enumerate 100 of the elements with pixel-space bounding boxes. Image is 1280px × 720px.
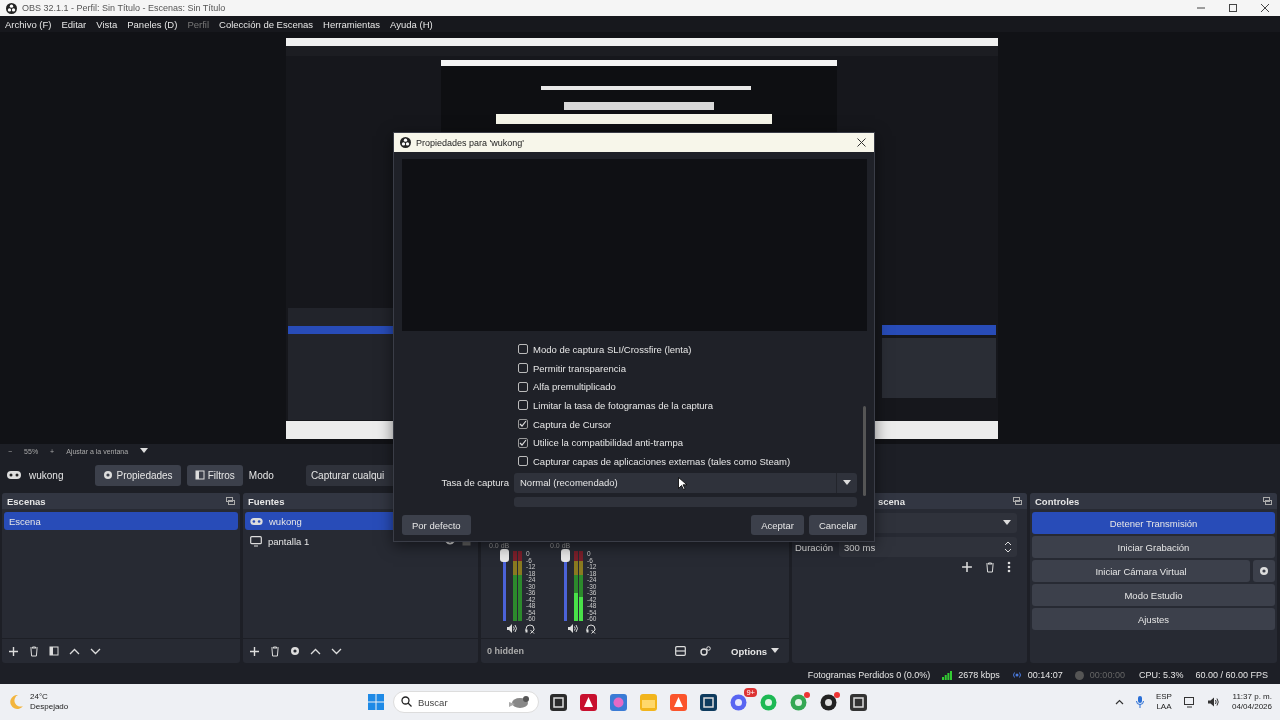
- close-icon[interactable]: [857, 138, 866, 147]
- menu-item[interactable]: Herramientas: [323, 18, 381, 30]
- headphones-muted-icon[interactable]: [586, 624, 596, 634]
- checkbox[interactable]: [518, 363, 528, 374]
- cancel-button[interactable]: Cancelar: [808, 515, 867, 535]
- signal-bars-icon: [942, 670, 953, 680]
- app-icon[interactable]: [700, 693, 717, 711]
- checkbox[interactable]: [518, 344, 528, 355]
- control-button[interactable]: Detener Transmisión: [1032, 512, 1275, 534]
- stream-time: 00:14:07: [1027, 670, 1063, 680]
- duration-label: Duración: [795, 541, 834, 553]
- level-meter-icon: [574, 551, 584, 621]
- defaults-button[interactable]: Por defecto: [402, 515, 471, 535]
- trash-icon[interactable]: [985, 561, 995, 573]
- app-icon[interactable]: [550, 693, 567, 711]
- network-icon[interactable]: [1183, 696, 1196, 708]
- dock-title: Controles: [1035, 495, 1080, 507]
- scene-item[interactable]: Escena: [4, 512, 238, 530]
- filter-icon[interactable]: [49, 646, 59, 656]
- checkbox[interactable]: [518, 419, 528, 430]
- options-button[interactable]: Options: [725, 644, 785, 658]
- control-button[interactable]: Iniciar Cámara Virtual: [1032, 560, 1250, 582]
- duration-field[interactable]: 300 ms: [839, 537, 1017, 557]
- speaker-icon[interactable]: [507, 624, 517, 633]
- add-icon[interactable]: [249, 645, 260, 657]
- volume-slider[interactable]: [503, 551, 506, 621]
- cpu-usage: CPU: 5.3%: [1138, 670, 1184, 680]
- settings-icon[interactable]: [290, 646, 300, 656]
- menu-item[interactable]: Ayuda (H): [390, 18, 433, 30]
- microphone-icon[interactable]: [1135, 696, 1144, 708]
- moon-icon: [8, 694, 24, 710]
- option-label: Modo de captura SLI/Crossfire (lenta): [533, 343, 692, 355]
- control-button[interactable]: Iniciar Grabación: [1032, 536, 1275, 558]
- accept-button[interactable]: Aceptar: [751, 515, 804, 535]
- caret-icon: [1003, 520, 1011, 526]
- search-icon: [401, 696, 412, 707]
- app-logo-icon: [400, 137, 411, 148]
- maximize-icon[interactable]: [1228, 3, 1238, 13]
- add-icon[interactable]: [961, 561, 973, 573]
- clock[interactable]: 11:37 p. m. 04/04/2026: [1231, 692, 1272, 712]
- undock-icon[interactable]: [1013, 497, 1022, 505]
- filter-icon: [194, 470, 205, 480]
- menu-item[interactable]: Colección de Escenas: [219, 18, 314, 30]
- monitor-icon: [250, 535, 262, 547]
- move-down-icon[interactable]: [90, 647, 101, 655]
- window-title: OBS 32.1.1 - Perfil: Sin Título - Escenas: Sin Título: [22, 3, 226, 13]
- dock-title: Escenas: [7, 495, 46, 507]
- headphones-muted-icon[interactable]: [525, 624, 535, 634]
- move-up-icon[interactable]: [310, 647, 321, 655]
- properties-button[interactable]: Propiedades: [95, 464, 181, 486]
- undock-icon[interactable]: [1263, 497, 1272, 505]
- control-button[interactable]: Ajustes: [1032, 608, 1275, 630]
- level-meter-icon: [513, 551, 523, 621]
- dropdown-arrow-icon[interactable]: [140, 448, 149, 454]
- capture-rate-dropdown[interactable]: Normal (recomendado): [514, 472, 857, 493]
- menu-item[interactable]: Editar: [61, 18, 87, 30]
- broadcast-icon: [1011, 671, 1022, 679]
- layout-icon[interactable]: [675, 646, 687, 656]
- app-icon[interactable]: [850, 693, 867, 711]
- start-icon[interactable]: [368, 694, 384, 710]
- app-icon[interactable]: [820, 693, 837, 711]
- trash-icon[interactable]: [29, 645, 39, 657]
- control-button[interactable]: Modo Estudio: [1032, 584, 1275, 606]
- option-label: Alfa premultiplicado: [533, 381, 616, 393]
- volume-slider[interactable]: [564, 551, 567, 621]
- speaker-icon[interactable]: [568, 624, 578, 633]
- menu-item[interactable]: Paneles (D): [127, 18, 178, 30]
- chevron-up-icon[interactable]: [1114, 699, 1124, 705]
- speaker-icon[interactable]: [1207, 697, 1220, 707]
- undock-icon[interactable]: [226, 497, 235, 505]
- dialog-title: Propiedades para 'wukong': [416, 137, 524, 148]
- gamepad-icon: [250, 517, 263, 525]
- settings-icon[interactable]: [700, 646, 712, 656]
- close-icon[interactable]: [1260, 3, 1270, 13]
- option-label: Captura de Cursor: [533, 418, 612, 430]
- search-field[interactable]: Buscar: [393, 691, 539, 713]
- temperature: 24°C: [30, 692, 49, 702]
- language-indicator[interactable]: ESP LAA: [1155, 692, 1172, 712]
- add-icon[interactable]: [8, 645, 19, 657]
- scrollbar-thumb[interactable]: [863, 406, 866, 496]
- record-time: 00:00:00: [1089, 670, 1125, 680]
- source-name: pantalla 1: [268, 535, 310, 547]
- spin-arrows-icon[interactable]: [1004, 540, 1012, 554]
- menu-item[interactable]: Archivo (F): [5, 18, 52, 30]
- checkbox[interactable]: [518, 381, 528, 392]
- move-down-icon[interactable]: [331, 647, 342, 655]
- bitrate: 2678 kbps: [958, 670, 1000, 680]
- trash-icon[interactable]: [270, 645, 280, 657]
- checkbox[interactable]: [518, 400, 528, 411]
- checkbox[interactable]: [518, 437, 528, 448]
- option-label: Permitir transparencia: [533, 362, 626, 374]
- dropped-frames: Fotogramas Perdidos 0 (0.0%): [807, 670, 931, 680]
- more-icon[interactable]: [1007, 561, 1011, 573]
- notification-dot: [834, 691, 840, 698]
- checkbox[interactable]: [518, 456, 528, 467]
- move-up-icon[interactable]: [69, 647, 80, 655]
- filters-button[interactable]: Filtros: [186, 464, 243, 486]
- settings-button[interactable]: [1253, 560, 1275, 582]
- option-label: Utilice la compatibilidad anti-trampa: [533, 437, 683, 449]
- menu-item[interactable]: Vista: [96, 18, 118, 30]
